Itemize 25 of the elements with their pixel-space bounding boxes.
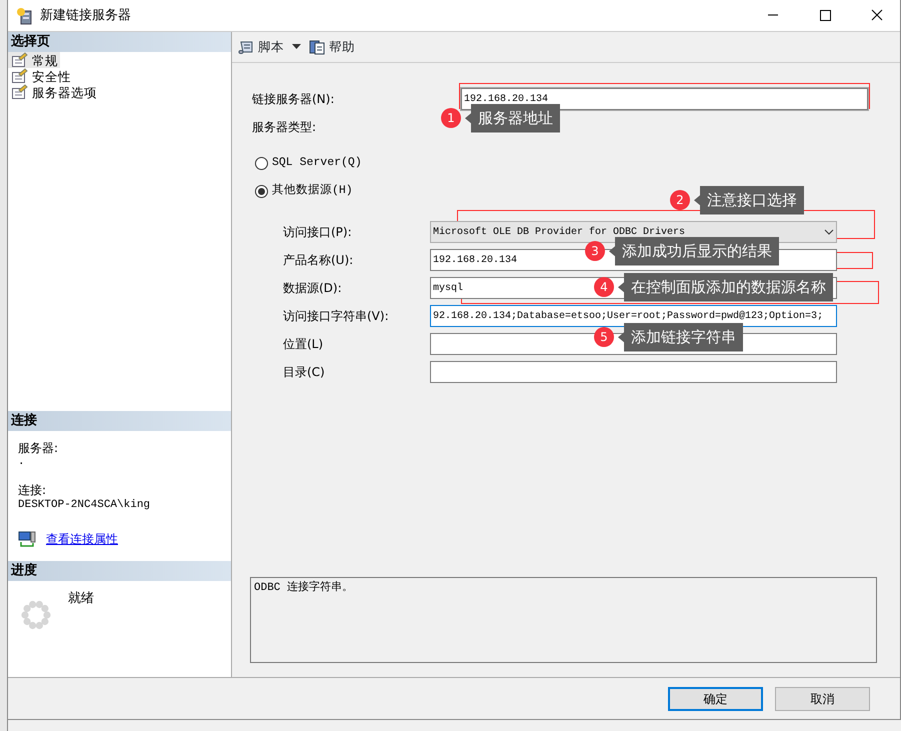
callout-tooltip: 注意接口选择: [694, 186, 804, 214]
field-label: 目录(C): [282, 364, 326, 381]
connection-label: 连接:: [18, 483, 48, 497]
radio-label: 其他数据源(H): [272, 182, 353, 200]
field-label: 访问接口(P):: [282, 224, 353, 241]
field-label: 服务器类型:: [252, 119, 318, 136]
callout-tooltip: 在控制面版添加的数据源名称: [618, 273, 833, 302]
radio-label: SQL Server(Q): [272, 155, 362, 172]
server-value: .: [18, 457, 26, 467]
field-label: 位置(L): [282, 336, 324, 353]
field-label: 产品名称(U):: [282, 252, 354, 269]
window-title: 新建链接服务器: [40, 6, 131, 25]
callout-tooltip: 添加链接字符串: [618, 323, 743, 352]
section-header: 进度: [8, 561, 231, 581]
server-label: 服务器:: [18, 440, 60, 457]
callout-tooltip: 服务器地址: [465, 104, 560, 132]
section-header: 连接: [8, 411, 231, 431]
connection-value: DESKTOP-2NC4SCA\king: [18, 498, 152, 513]
field-label: 链接服务器(N):: [252, 91, 336, 108]
callout-tooltip: 添加成功后显示的结果: [609, 237, 779, 266]
status-text: 就绪: [68, 590, 94, 608]
field-label: 数据源(D):: [282, 280, 343, 297]
field-label: 访问接口字符串(V):: [282, 308, 390, 325]
description-box: ODBC 连接字符串。: [250, 577, 877, 663]
section-header: 选择页: [8, 32, 231, 52]
